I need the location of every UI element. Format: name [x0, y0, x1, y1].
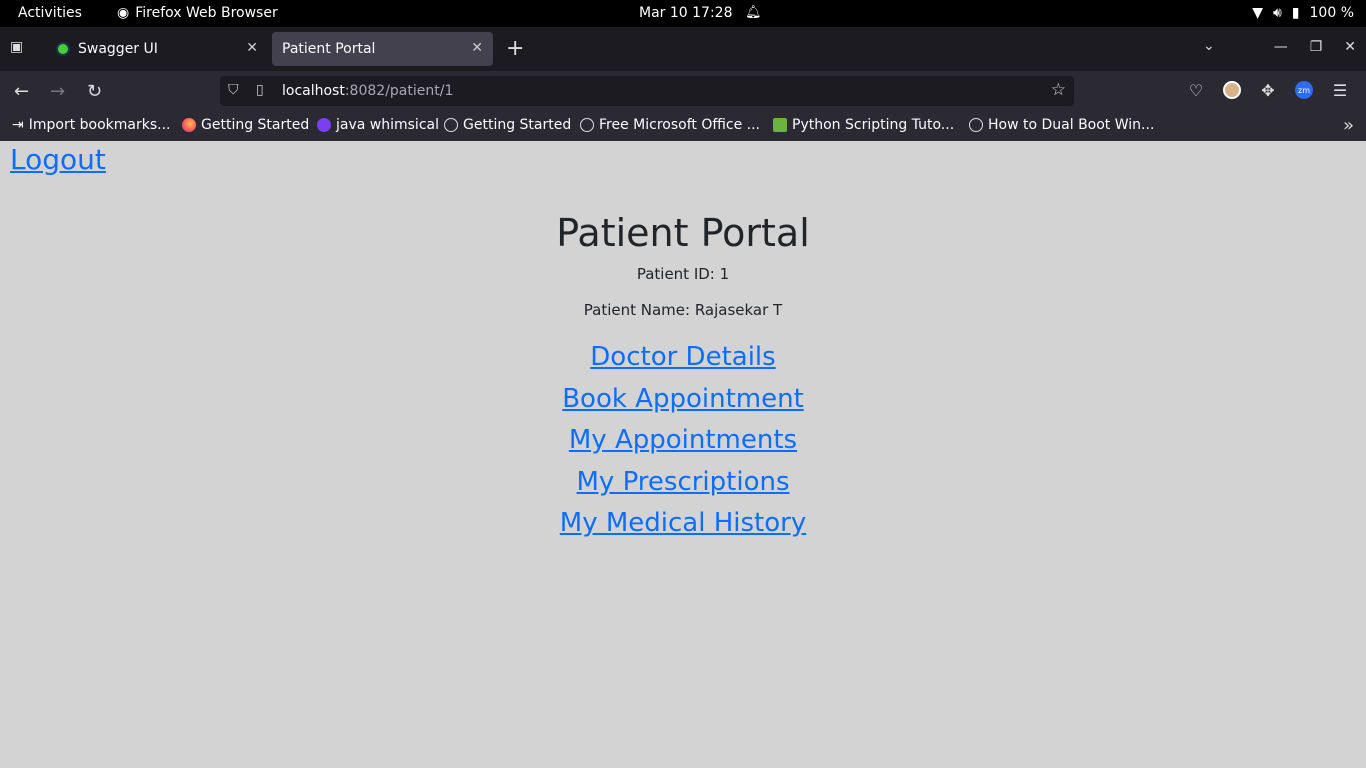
- url-host: localhost: [282, 83, 345, 99]
- list-all-tabs-chevron-icon[interactable]: ⌄: [1203, 38, 1215, 54]
- battery-icon: ▮: [1291, 5, 1300, 21]
- patient-name: Patient Name: Rajasekar T: [583, 301, 783, 319]
- app-name: Firefox Web Browser: [135, 5, 278, 21]
- extensions-puzzle-icon[interactable]: ✥: [1258, 80, 1278, 100]
- tab-strip: ▣ Swagger UI ✕ Patient Portal ✕ + ⌄ — ❐ …: [0, 27, 1366, 71]
- system-status-area[interactable]: ▼ 🔊︎ ▮ 100 %: [1252, 5, 1354, 21]
- bookmark-python-scripting[interactable]: Python Scripting Tuto...: [773, 117, 954, 133]
- zoom-extension-icon[interactable]: zm: [1294, 80, 1314, 100]
- swagger-favicon-icon: [56, 42, 70, 56]
- tracking-shield-icon[interactable]: ⛉: [228, 82, 239, 98]
- bookmark-dual-boot[interactable]: How to Dual Boot Win...: [969, 117, 1154, 133]
- globe-icon: [969, 118, 983, 132]
- volume-icon: 🔊︎: [1272, 5, 1282, 21]
- firefox-icon: [182, 118, 196, 132]
- globe-icon: [580, 118, 594, 132]
- navigation-toolbar: ← → ↻ ⛉ ▯ localhost:8082/patient/1 ☆ ♡ ✥…: [0, 71, 1366, 111]
- page-content: Logout Patient Portal Patient ID: 1 Pati…: [0, 141, 1366, 768]
- firefox-icon: ◉: [117, 5, 130, 21]
- bookmark-label: How to Dual Boot Win...: [988, 117, 1155, 133]
- clock[interactable]: Mar 10 17:28: [639, 5, 732, 21]
- app-menu[interactable]: ◉ Firefox Web Browser: [117, 5, 278, 21]
- my-appointments-link[interactable]: My Appointments: [0, 420, 1366, 462]
- notification-bell-icon: 🔔︎: [745, 5, 762, 20]
- bookmark-star-icon[interactable]: ☆: [1051, 80, 1066, 100]
- account-avatar-icon[interactable]: [1222, 80, 1242, 100]
- hamburger-menu-icon[interactable]: ☰: [1330, 80, 1350, 100]
- tab-title: Patient Portal: [282, 41, 376, 57]
- globe-icon: [444, 118, 458, 132]
- pocket-icon[interactable]: ♡: [1186, 80, 1206, 100]
- bookmark-label: Getting Started: [201, 117, 310, 133]
- logout-link[interactable]: Logout: [10, 143, 106, 176]
- restore-icon[interactable]: ❐: [1310, 39, 1323, 55]
- bookmark-label: Import bookmarks...: [28, 117, 171, 133]
- forward-arrow-icon[interactable]: →: [50, 81, 65, 102]
- bookmark-java-whimsical[interactable]: java whimsical: [317, 117, 439, 133]
- patient-id: Patient ID: 1: [636, 265, 730, 283]
- my-prescriptions-link[interactable]: My Prescriptions: [0, 462, 1366, 504]
- patient-portal-panel: Patient Portal Patient ID: 1 Patient Nam…: [0, 211, 1366, 545]
- close-tab-icon[interactable]: ✕: [471, 40, 483, 56]
- doctor-details-link[interactable]: Doctor Details: [0, 337, 1366, 379]
- system-top-bar: Activities ◉ Firefox Web Browser Mar 10 …: [0, 0, 1366, 27]
- page-info-icon[interactable]: ▯: [256, 82, 264, 98]
- url-text[interactable]: localhost:8082/patient/1: [282, 83, 453, 99]
- whimsical-icon: [317, 118, 331, 132]
- bookmark-label: Python Scripting Tuto...: [792, 117, 955, 133]
- bookmarks-overflow-chevron-icon[interactable]: »: [1343, 115, 1354, 136]
- bookmark-label: Free Microsoft Office ...: [599, 117, 760, 133]
- portal-links: Doctor Details Book Appointment My Appoi…: [0, 337, 1366, 545]
- battery-percent: 100 %: [1309, 5, 1354, 21]
- bookmarks-toolbar: ⇥ Import bookmarks... Getting Started ja…: [0, 111, 1366, 141]
- bookmark-free-office[interactable]: Free Microsoft Office ...: [580, 117, 760, 133]
- minimize-icon[interactable]: —: [1274, 39, 1288, 55]
- tab-title: Swagger UI: [78, 41, 158, 57]
- bookmark-getting-started[interactable]: Getting Started: [182, 117, 309, 133]
- tab-patient-portal[interactable]: Patient Portal ✕: [272, 32, 493, 66]
- address-bar[interactable]: ⛉ ▯ localhost:8082/patient/1 ☆: [220, 76, 1074, 106]
- window-controls: — ❐ ✕: [1274, 39, 1356, 55]
- reload-icon[interactable]: ↻: [87, 81, 102, 102]
- activities-button[interactable]: Activities: [18, 5, 82, 21]
- new-tab-plus-icon[interactable]: +: [506, 36, 524, 61]
- python-icon: [773, 118, 787, 132]
- close-tab-icon[interactable]: ✕: [246, 40, 258, 56]
- firefox-view-icon[interactable]: ▣: [10, 39, 30, 59]
- back-arrow-icon[interactable]: ←: [14, 81, 29, 102]
- import-icon: ⇥: [12, 117, 24, 133]
- bookmark-import[interactable]: ⇥ Import bookmarks...: [12, 117, 171, 133]
- url-path: :8082/patient/1: [344, 83, 454, 99]
- bookmark-getting-started-2[interactable]: Getting Started: [444, 117, 571, 133]
- bookmark-label: Getting Started: [463, 117, 572, 133]
- my-medical-history-link[interactable]: My Medical History: [0, 503, 1366, 545]
- toolbar-right-tools: ♡ ✥ zm ☰: [1186, 80, 1350, 100]
- tab-swagger-ui[interactable]: Swagger UI ✕: [46, 32, 268, 66]
- bookmark-label: java whimsical: [336, 117, 439, 133]
- book-appointment-link[interactable]: Book Appointment: [0, 379, 1366, 421]
- page-title: Patient Portal: [556, 211, 810, 255]
- close-window-icon[interactable]: ✕: [1344, 39, 1356, 55]
- wifi-icon: ▼: [1252, 5, 1263, 21]
